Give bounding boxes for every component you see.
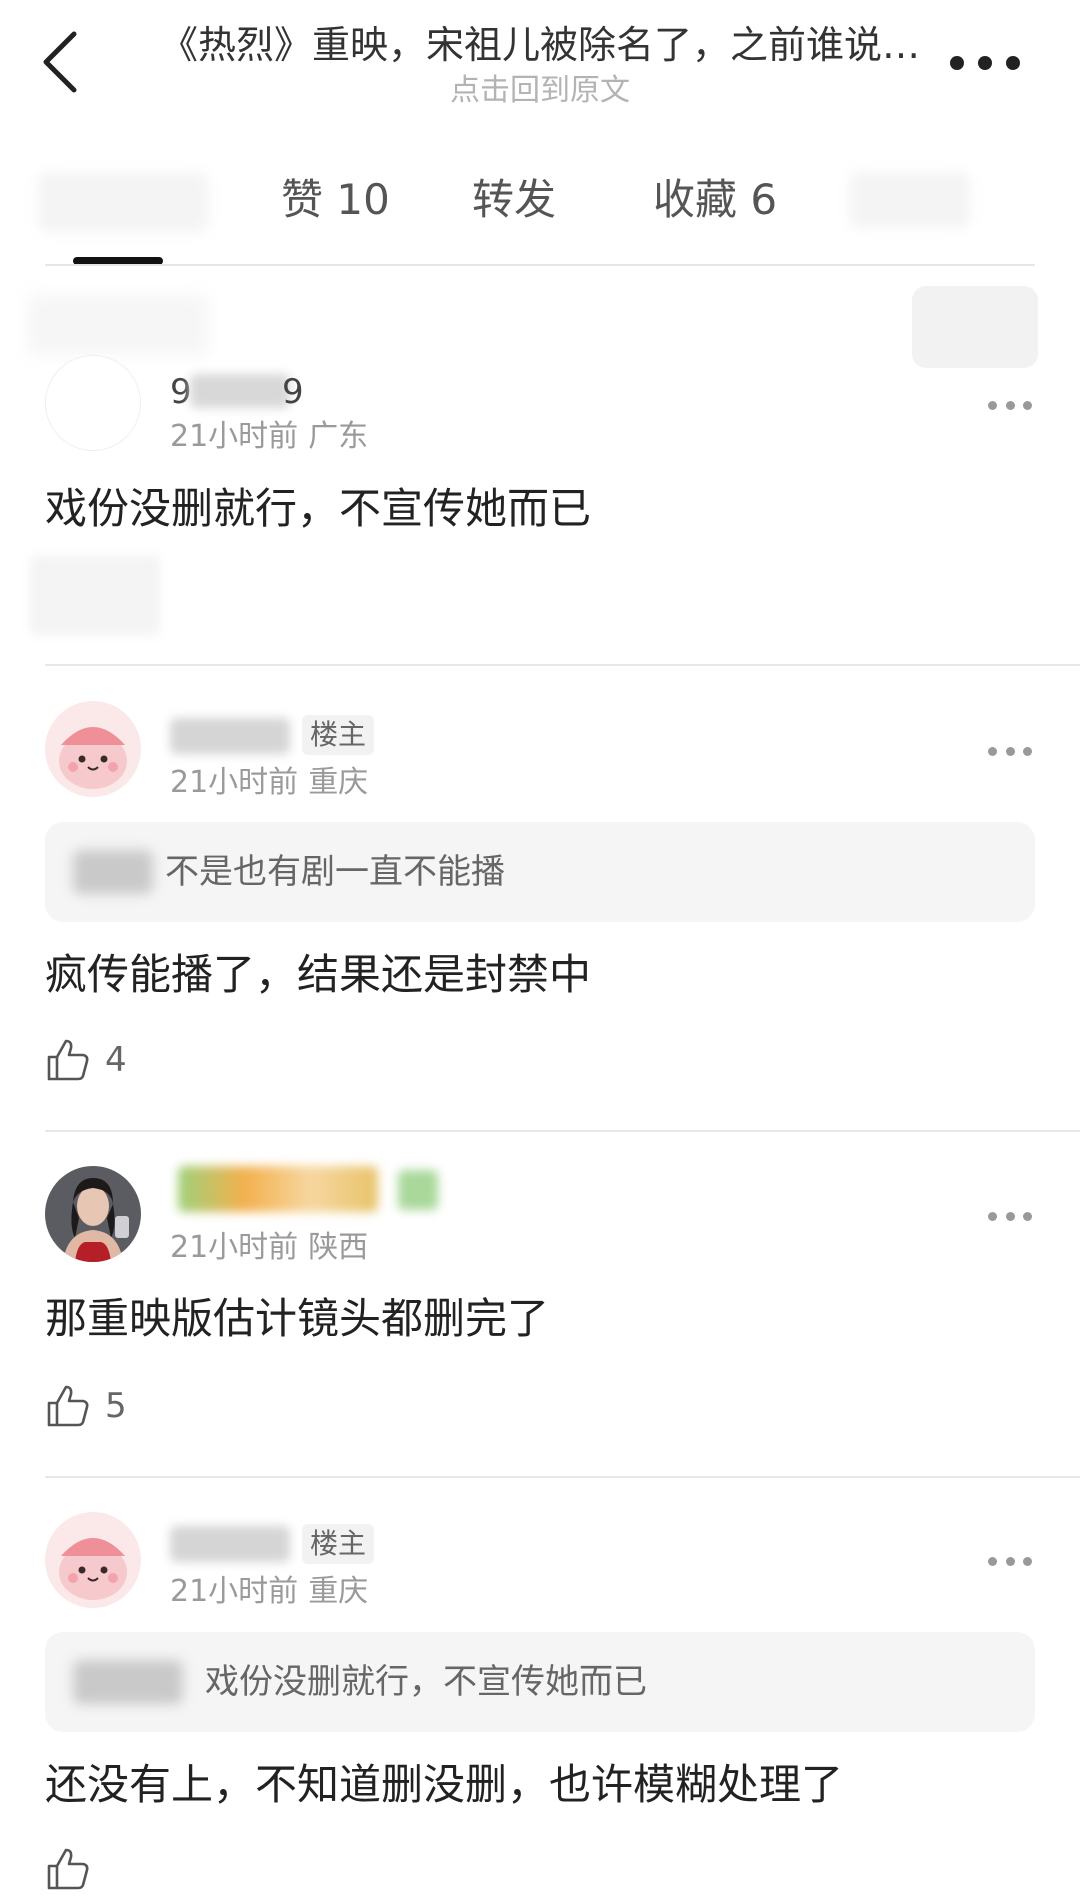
like-button[interactable]: 4 [45,1034,127,1086]
quoted-username-blur [73,1660,183,1704]
more-dots-icon [988,1211,997,1221]
quoted-reply[interactable]: 戏份没删就行，不宣传她而已 [45,1632,1035,1732]
quoted-text: 不是也有剧一直不能播 [165,852,505,892]
tab-likes[interactable]: 赞 10 [281,170,390,230]
comment-text: 戏份没删就行，不宣传她而已 [45,484,592,533]
comment-username[interactable]: 9 [170,372,192,412]
comment-location: 重庆 [308,1574,369,1609]
quoted-text: 戏份没删就行，不宣传她而已 [205,1662,647,1702]
comment-divider [45,1476,1080,1478]
thumbs-up-icon [47,1385,89,1427]
thumbs-up-icon [47,1039,89,1081]
comment-location: 重庆 [308,765,369,800]
username-emoji-blur [398,1170,438,1210]
more-dot [1005,1556,1015,1566]
comment-meta: 21小时前 广东 [170,417,368,457]
more-dot [1023,746,1032,756]
avatar-blank-icon [46,356,140,450]
more-dots-icon [950,56,964,70]
more-dot [1023,1211,1032,1221]
title-block[interactable]: 《热烈》重映，宋祖儿被除名了，之前谁说… 点击回到原文 [130,20,950,112]
username-blur[interactable] [170,718,290,754]
comment-location: 广东 [308,419,369,454]
quoted-reply[interactable]: 不是也有剧一直不能播 [45,822,1035,922]
comment-time: 21小时前 [170,1230,299,1265]
comment-time: 21小时前 [170,419,299,454]
quoted-username-blur [73,850,153,894]
comment-more-button[interactable] [988,744,1032,758]
username-blur [190,374,290,408]
sort-toggle-button[interactable] [912,286,1038,368]
like-button-hidden [30,555,160,635]
comment-text: 疯传能播了，结果还是封禁中 [45,950,592,999]
like-count: 4 [105,1040,127,1080]
more-dots-icon [988,746,997,756]
username-blur[interactable] [170,1526,290,1562]
tab-reposts[interactable]: 转发 [472,170,556,230]
avatar[interactable] [45,1512,141,1608]
like-button[interactable]: 5 [45,1380,127,1432]
cartoon-avatar-icon [45,701,141,797]
comment-text: 还没有上，不知道删没删，也许模糊处理了 [45,1760,844,1809]
top-bar: 《热烈》重映，宋祖儿被除名了，之前谁说… 点击回到原文 [0,0,1080,130]
comment-time: 21小时前 [170,1574,299,1609]
avatar[interactable] [45,701,141,797]
comment-more-button[interactable] [988,1554,1032,1568]
username-end: 9 [282,372,304,412]
tab-favorites[interactable]: 收藏 6 [653,170,777,230]
more-dots-icon [988,1556,997,1566]
comment-location: 陕西 [308,1230,369,1265]
back-arrow-icon [43,31,77,93]
comment-text: 那重映版估计镜头都删完了 [45,1294,550,1343]
more-dot [1005,746,1015,756]
sort-label-hidden [28,295,208,355]
more-dot [1006,56,1020,70]
tab-comments-hidden[interactable] [38,172,208,232]
comment-time: 21小时前 [170,765,299,800]
thumbs-up-icon [47,1848,89,1890]
comment-meta: 21小时前 陕西 [170,1228,368,1268]
comment-meta: 21小时前 重庆 [170,1572,368,1612]
comment-more-button[interactable] [988,1209,1032,1223]
more-button[interactable] [950,48,1020,78]
more-dot [1005,400,1015,410]
more-dot [978,56,992,70]
comment-meta: 21小时前 重庆 [170,763,368,803]
post-title: 《热烈》重映，宋祖儿被除名了，之前谁说… [159,23,920,67]
comment-more-button[interactable] [988,398,1032,412]
more-dot [1023,400,1032,410]
more-dot [1023,1556,1032,1566]
tab-bar: 赞 10 转发 收藏 6 [0,150,1080,265]
tabs-divider [45,264,1035,266]
tab-hidden-right [850,172,970,228]
username-start: 9 [170,372,192,412]
like-button[interactable] [45,1843,91,1895]
more-dots-icon [988,400,997,410]
more-dot [1005,1211,1015,1221]
like-count: 5 [105,1386,127,1426]
back-to-post-link[interactable]: 点击回到原文 [130,70,950,112]
op-badge: 楼主 [302,1524,375,1564]
avatar[interactable] [45,1166,141,1262]
username-blur[interactable] [178,1166,378,1212]
photo-avatar-icon [45,1166,141,1262]
op-badge: 楼主 [302,715,375,755]
back-button[interactable] [36,26,84,98]
comment-divider [45,1130,1080,1132]
avatar[interactable] [45,355,141,451]
comment-divider [45,664,1080,666]
cartoon-avatar-icon [45,1512,141,1608]
